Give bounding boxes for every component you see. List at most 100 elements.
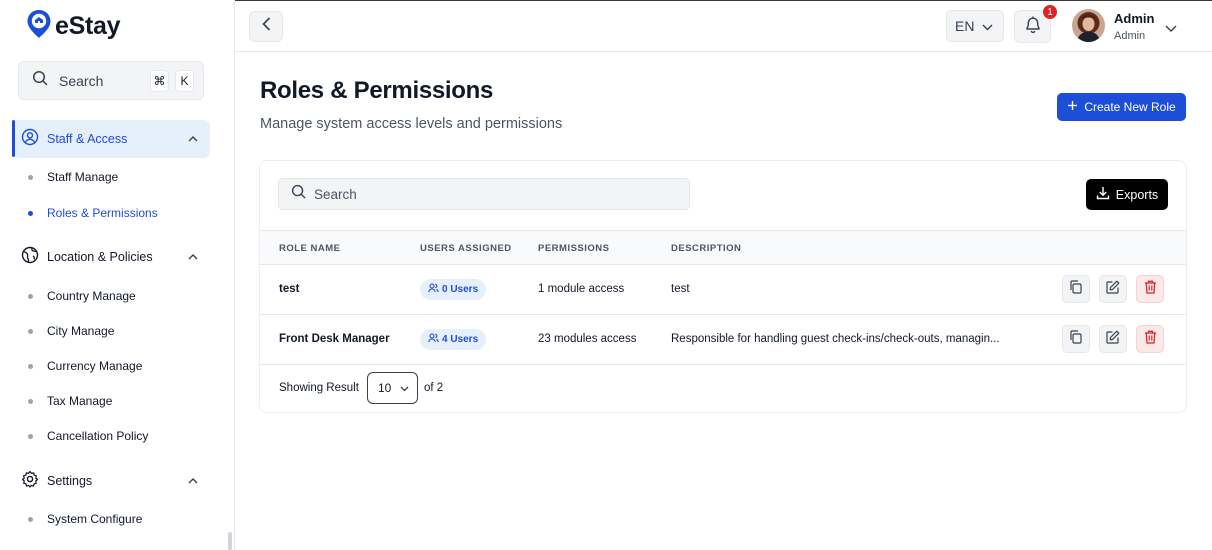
column-header-role-name[interactable]: ROLE NAME <box>279 243 341 254</box>
shortcut-k-key: K <box>175 69 194 92</box>
table-search-input[interactable]: Search <box>278 178 690 210</box>
chevron-down-icon[interactable] <box>1165 19 1177 37</box>
bullet-icon <box>28 328 33 334</box>
language-value: EN <box>955 18 975 34</box>
sidebar-item-staff-manage[interactable]: Staff Manage <box>28 170 118 184</box>
role-description: test <box>671 283 690 295</box>
sidebar-item-label: Tax Manage <box>47 394 113 408</box>
user-name[interactable]: Admin <box>1114 11 1154 26</box>
per-page-select[interactable]: 10 <box>367 372 418 404</box>
copy-icon <box>1069 279 1083 299</box>
edit-icon <box>1106 330 1120 349</box>
users-count: 4 Users <box>442 334 479 345</box>
download-icon <box>1096 186 1110 203</box>
column-header-description[interactable]: DESCRIPTION <box>671 243 741 254</box>
table-header: ROLE NAME USERS ASSIGNED PERMISSIONS DES… <box>260 230 1186 265</box>
copy-role-button[interactable] <box>1062 325 1090 353</box>
copy-icon <box>1069 329 1083 349</box>
page-title: Roles & Permissions <box>260 77 494 104</box>
sidebar-search[interactable]: Search ⌘ K <box>18 61 204 100</box>
table-search-placeholder: Search <box>314 186 357 202</box>
sidebar-item-country-manage[interactable]: Country Manage <box>28 289 136 303</box>
users-assigned-badge[interactable]: 4 Users <box>420 329 487 350</box>
sidebar-item-system-configure[interactable]: System Configure <box>28 512 142 526</box>
shortcut-command-key: ⌘ <box>150 69 169 92</box>
language-select[interactable]: EN <box>946 10 1004 42</box>
copy-role-button[interactable] <box>1062 275 1090 303</box>
delete-role-button[interactable] <box>1136 325 1164 353</box>
search-icon <box>32 70 48 91</box>
sidebar-item-label: System Configure <box>47 512 143 526</box>
sidebar-item-label: Roles & Permissions <box>47 206 158 220</box>
nav-group-staff-access[interactable]: Staff & Access <box>12 120 210 158</box>
table-row[interactable]: Front Desk Manager 4 Users 23 modules ac… <box>260 315 1186 365</box>
plus-icon <box>1067 100 1078 114</box>
sidebar-item-roles-permissions[interactable]: Roles & Permissions <box>28 206 158 220</box>
sidebar-item-label: Country Manage <box>47 289 136 303</box>
sidebar-search-label: Search <box>59 72 104 89</box>
bullet-icon <box>28 433 33 439</box>
avatar[interactable] <box>1072 9 1105 42</box>
brand-name: eStay <box>55 12 121 40</box>
notification-count-badge: 1 <box>1042 4 1058 20</box>
bullet-icon <box>28 363 33 369</box>
role-name: test <box>279 283 300 295</box>
edit-role-button[interactable] <box>1099 275 1127 303</box>
top-header: EN 1 Admin Admin <box>236 1 1212 52</box>
chevron-up-icon[interactable] <box>188 254 198 260</box>
per-page-value: 10 <box>378 381 392 395</box>
chevron-down-icon <box>400 381 409 395</box>
column-header-users-assigned[interactable]: USERS ASSIGNED <box>420 243 512 254</box>
sidebar-item-city-manage[interactable]: City Manage <box>28 324 114 338</box>
nav-group-settings[interactable]: Settings <box>12 462 210 500</box>
roles-table-card: Search Exports ROLE NAME USERS ASSIGNED … <box>259 160 1187 413</box>
create-new-role-button[interactable]: Create New Role <box>1057 93 1186 121</box>
role-description: Responsible for handling guest check-ins… <box>671 333 1000 345</box>
bullet-icon <box>28 398 33 404</box>
active-indicator <box>12 120 15 157</box>
role-name: Front Desk Manager <box>279 333 390 345</box>
delete-role-button[interactable] <box>1136 275 1164 303</box>
page-subtitle: Manage system access levels and permissi… <box>260 116 563 132</box>
permissions-summary: 23 modules access <box>538 333 637 345</box>
users-icon <box>428 333 439 346</box>
sidebar-item-currency-manage[interactable]: Currency Manage <box>28 359 142 373</box>
users-icon <box>428 283 439 296</box>
sidebar-scrollbar[interactable] <box>228 532 232 550</box>
search-icon <box>291 184 306 204</box>
table-row[interactable]: test 0 Users 1 module access test <box>260 265 1186 315</box>
pagination-total-label: of 2 <box>424 382 444 394</box>
user-circle-icon <box>21 128 39 151</box>
location-pin-logo-icon <box>26 9 52 44</box>
brand-logo[interactable]: eStay <box>26 9 121 44</box>
exports-button[interactable]: Exports <box>1086 179 1168 210</box>
chevron-down-icon <box>982 18 993 34</box>
trash-icon <box>1144 280 1157 299</box>
nav-group-label: Settings <box>47 474 93 488</box>
user-role: Admin <box>1114 30 1146 42</box>
chevron-up-icon[interactable] <box>188 136 198 142</box>
bell-icon <box>1024 15 1042 39</box>
gear-icon <box>21 470 39 493</box>
nav-group-label: Staff & Access <box>47 132 128 146</box>
trash-icon <box>1144 330 1157 349</box>
sidebar-item-cancellation-policy[interactable]: Cancellation Policy <box>28 429 148 443</box>
sidebar-item-label: Cancellation Policy <box>47 429 149 443</box>
back-button[interactable] <box>249 11 283 42</box>
pagination-showing-label: Showing Result <box>279 382 359 394</box>
exports-label: Exports <box>1115 187 1159 202</box>
sidebar: eStay Search ⌘ K Staff & Access Staff Ma… <box>0 0 235 550</box>
column-header-permissions[interactable]: PERMISSIONS <box>538 243 610 254</box>
chevron-up-icon[interactable] <box>188 478 198 484</box>
create-new-role-label: Create New Role <box>1084 100 1176 114</box>
nav-group-location-policies[interactable]: Location & Policies <box>12 238 210 276</box>
bullet-icon <box>28 174 33 180</box>
sidebar-item-label: Staff Manage <box>47 170 119 184</box>
users-count: 0 Users <box>442 284 479 295</box>
chevron-left-icon <box>261 17 271 36</box>
edit-role-button[interactable] <box>1099 325 1127 353</box>
bullet-icon <box>28 516 33 522</box>
sidebar-item-tax-manage[interactable]: Tax Manage <box>28 394 112 408</box>
sidebar-item-label: Currency Manage <box>47 359 143 373</box>
users-assigned-badge[interactable]: 0 Users <box>420 279 487 300</box>
